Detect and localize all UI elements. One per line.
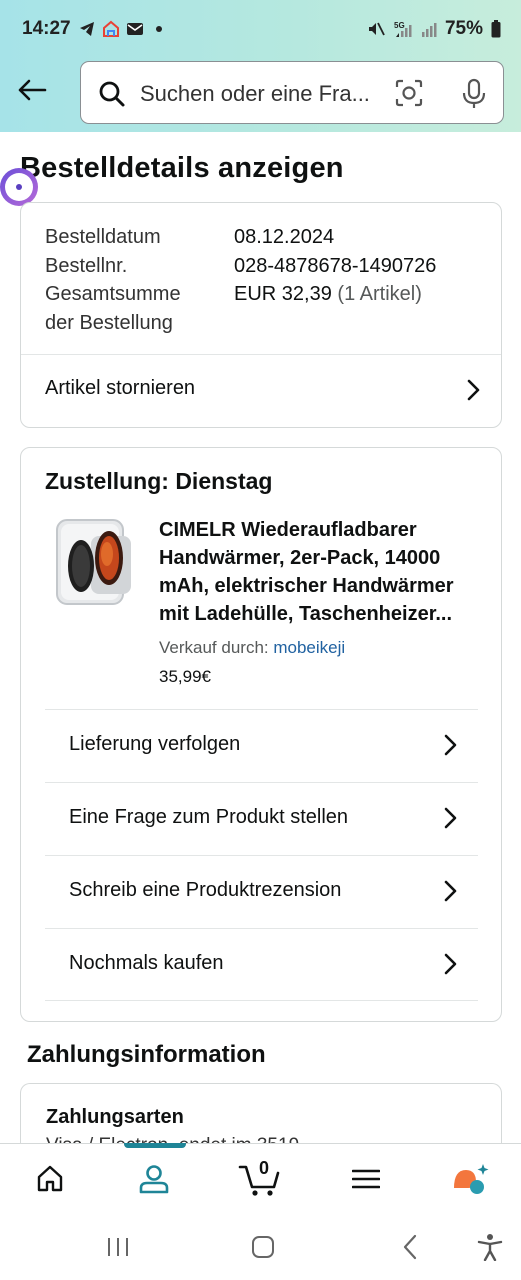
account-icon — [139, 1165, 169, 1194]
order-date-label: Bestelldatum — [45, 226, 161, 248]
mail-icon — [127, 23, 143, 35]
write-review-button[interactable]: Schreib eine Produktrezension — [45, 855, 478, 928]
order-total-value: EUR 32,39 (1 Artikel) — [234, 280, 422, 309]
battery-icon — [491, 20, 501, 38]
system-navigation — [0, 1213, 521, 1280]
cancel-items-label: Artikel stornieren — [45, 377, 196, 399]
buy-again-button[interactable]: Nochmals kaufen — [45, 928, 478, 1001]
order-number-value: 028-4878678-1490726 — [234, 255, 437, 277]
google-home-icon — [103, 20, 119, 37]
bottom-navigation: 0 — [0, 1143, 521, 1213]
recent-apps-button[interactable] — [104, 1233, 132, 1261]
order-summary-card: Bestelldatum 08.12.2024 Bestellnr. 028-4… — [20, 202, 502, 428]
track-delivery-label: Lieferung verfolgen — [69, 733, 241, 755]
system-status: 5G 75% — [367, 18, 501, 40]
svg-text:5G: 5G — [394, 21, 405, 30]
order-date-value: 08.12.2024 — [234, 226, 335, 248]
seller-prefix: Verkauf durch: — [159, 638, 269, 657]
page-title: Bestelldetails anzeigen — [20, 152, 344, 184]
search-bar[interactable]: Suchen oder eine Fra... — [80, 61, 504, 124]
status-bar: 14:27 5G 75% — [0, 0, 521, 60]
telegram-icon — [80, 22, 94, 36]
home-icon — [37, 1165, 63, 1192]
ask-product-question-button[interactable]: Eine Frage zum Produkt stellen — [45, 782, 478, 855]
home-square-icon — [252, 1236, 274, 1258]
track-delivery-button[interactable]: Lieferung verfolgen — [45, 709, 478, 782]
seller-info: Verkauf durch: mobeikeji — [159, 638, 345, 658]
order-total-label: Gesamtsumme — [45, 283, 181, 305]
back-button[interactable] — [14, 72, 50, 108]
order-total-amount: EUR 32,39 — [234, 283, 332, 305]
product-price: 35,99€ — [159, 667, 211, 686]
product-title[interactable]: CIMELR Wiederaufladbarer Handwärmer, 2er… — [159, 516, 479, 628]
nav-menu[interactable] — [326, 1144, 406, 1214]
cell-signal-icon — [421, 23, 437, 37]
chevron-right-icon — [444, 807, 457, 829]
assistant-bubble[interactable] — [0, 168, 38, 206]
search-input[interactable]: Suchen oder eine Fra... — [140, 81, 385, 107]
delivery-title: Zustellung: Dienstag — [45, 468, 273, 494]
delivery-card: Zustellung: Dienstag CIMELR Wiederauflad… — [20, 447, 502, 1022]
signal-5g-icon: 5G — [394, 21, 412, 37]
payment-methods-title: Zahlungsarten — [46, 1106, 184, 1128]
product-image[interactable] — [51, 514, 137, 610]
microphone-icon[interactable] — [460, 78, 488, 110]
seller-link[interactable]: mobeikeji — [273, 638, 345, 657]
chevron-right-icon — [444, 880, 457, 902]
back-arrow-icon — [18, 79, 47, 101]
chevron-right-icon — [444, 734, 457, 756]
accessibility-button[interactable] — [476, 1233, 504, 1261]
recent-apps-icon — [108, 1238, 128, 1256]
mute-icon — [368, 22, 385, 36]
nav-home[interactable] — [10, 1144, 90, 1214]
rufus-icon — [454, 1164, 489, 1194]
header: 14:27 5G 75% Suchen oder eine Fra... — [0, 0, 521, 132]
more-notifications-dot — [156, 26, 162, 32]
status-time: 14:27 — [22, 18, 71, 39]
menu-icon — [352, 1169, 380, 1189]
order-total-label-line2: der Bestellung — [45, 312, 173, 334]
camera-search-icon[interactable] — [395, 79, 423, 107]
battery-percentage: 75% — [444, 18, 483, 39]
search-icon — [99, 81, 125, 107]
cancel-items-link[interactable]: Artikel stornieren — [21, 355, 501, 425]
nav-rufus[interactable] — [430, 1144, 510, 1214]
ask-question-label: Eine Frage zum Produkt stellen — [69, 806, 349, 828]
order-item-count: (1 Artikel) — [337, 283, 422, 305]
nav-cart[interactable]: 0 — [220, 1144, 300, 1214]
write-review-label: Schreib eine Produktrezension — [69, 879, 342, 901]
home-system-button[interactable] — [249, 1233, 277, 1261]
accessibility-icon — [477, 1234, 503, 1261]
cart-count: 0 — [258, 1158, 269, 1178]
back-chevron-icon — [403, 1234, 417, 1260]
notification-icons — [78, 18, 162, 40]
chevron-right-icon — [444, 953, 457, 975]
chevron-right-icon — [467, 379, 480, 401]
buy-again-label: Nochmals kaufen — [69, 952, 224, 974]
back-system-button[interactable] — [396, 1233, 424, 1261]
nav-account[interactable] — [114, 1144, 194, 1214]
order-number-label: Bestellnr. — [45, 255, 128, 277]
payment-section-title: Zahlungsinformation — [27, 1041, 266, 1068]
